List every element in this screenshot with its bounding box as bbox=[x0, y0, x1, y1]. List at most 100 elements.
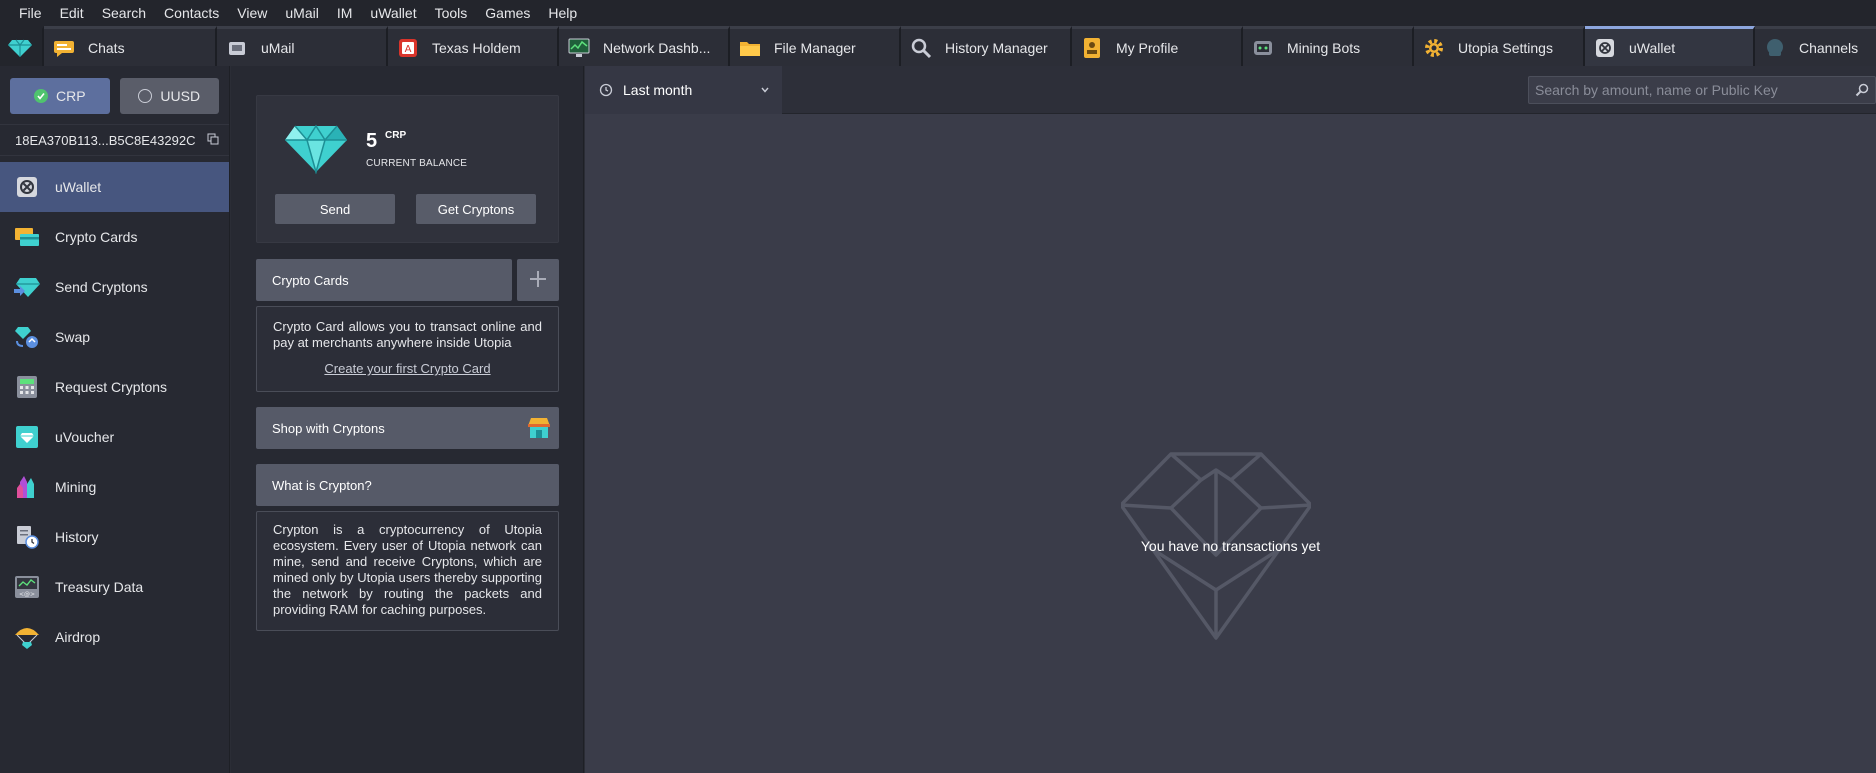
tab-umail[interactable]: uMail bbox=[217, 26, 388, 66]
menu-edit[interactable]: Edit bbox=[51, 0, 93, 26]
balance-amount: 5 bbox=[366, 130, 378, 152]
nav-item-airdrop[interactable]: Airdrop bbox=[0, 612, 229, 662]
nav-item-mining[interactable]: Mining bbox=[0, 462, 229, 512]
clock-icon bbox=[599, 83, 613, 97]
crypton-description: Crypton is a cryptocurrency of Utopia ec… bbox=[273, 522, 542, 617]
magnifier-icon bbox=[909, 36, 933, 60]
tab-label: Mining Bots bbox=[1287, 39, 1361, 56]
currency-label: UUSD bbox=[160, 88, 201, 104]
wallet-icon bbox=[1593, 36, 1617, 60]
tab-label: Channels bbox=[1799, 39, 1859, 56]
balance-card: 5 CRP CURRENT BALANCE Send Get Cryptons bbox=[256, 95, 559, 243]
nav-label: Treasury Data bbox=[55, 579, 144, 595]
nav-item-request-cryptons[interactable]: Request Cryptons bbox=[0, 362, 229, 412]
tab-utopia-settings[interactable]: Utopia Settings bbox=[1414, 26, 1585, 66]
empty-transactions-message: You have no transactions yet bbox=[1140, 538, 1321, 554]
voucher-icon bbox=[14, 424, 40, 450]
calculator-icon bbox=[14, 374, 40, 400]
tab-label: My Profile bbox=[1116, 39, 1179, 56]
shop-icon bbox=[527, 416, 551, 443]
menu-bar: File Edit Search Contacts View uMail IM … bbox=[0, 0, 1876, 26]
tab-label: uMail bbox=[261, 39, 295, 56]
section-title: What is Crypton? bbox=[272, 477, 372, 493]
crypto-cards-header[interactable]: Crypto Cards bbox=[256, 259, 512, 301]
section-title: Crypto Cards bbox=[272, 272, 349, 288]
tab-home[interactable] bbox=[0, 26, 44, 66]
tab-channels[interactable]: Channels 2 bbox=[1755, 26, 1876, 66]
create-crypto-card-link[interactable]: Create your first Crypto Card bbox=[273, 361, 542, 377]
transactions-panel: Last month You have no t bbox=[585, 66, 1876, 773]
menu-view[interactable]: View bbox=[228, 0, 276, 26]
menu-im[interactable]: IM bbox=[328, 0, 362, 26]
tab-file-manager[interactable]: File Manager bbox=[730, 26, 901, 66]
tab-uwallet[interactable]: uWallet bbox=[1585, 26, 1755, 66]
nav-item-uvoucher[interactable]: uVoucher bbox=[0, 412, 229, 462]
balance-label: CURRENT BALANCE bbox=[366, 158, 468, 169]
menu-games[interactable]: Games bbox=[476, 0, 539, 26]
tab-chats[interactable]: Chats bbox=[44, 26, 217, 66]
wallet-summary-panel: 5 CRP CURRENT BALANCE Send Get Cryptons … bbox=[231, 66, 584, 773]
nav-label: History bbox=[55, 529, 99, 545]
svg-text:A: A bbox=[405, 44, 412, 55]
send-cryptons-icon bbox=[14, 274, 40, 300]
what-is-crypton-header[interactable]: What is Crypton? bbox=[256, 464, 559, 506]
period-dropdown[interactable]: Last month bbox=[585, 66, 782, 114]
treasury-icon: <@> bbox=[14, 574, 40, 600]
mailbox-icon bbox=[225, 36, 249, 60]
folder-icon bbox=[738, 36, 762, 60]
crp-gem-icon bbox=[285, 122, 347, 175]
tab-bar: Chats uMail A Texas Holdem Network Dashb… bbox=[0, 26, 1876, 66]
tab-my-profile[interactable]: My Profile bbox=[1072, 26, 1243, 66]
tab-network-dashboard[interactable]: Network Dashb... bbox=[559, 26, 730, 66]
menu-file[interactable]: File bbox=[10, 0, 51, 26]
crp-currency-button[interactable]: CRP bbox=[10, 78, 110, 114]
profile-icon bbox=[1080, 36, 1104, 60]
tab-label: History Manager bbox=[945, 39, 1048, 56]
send-button[interactable]: Send bbox=[275, 194, 395, 224]
nav-item-send-cryptons[interactable]: Send Cryptons bbox=[0, 262, 229, 312]
period-value: Last month bbox=[623, 82, 693, 98]
bot-icon bbox=[1251, 36, 1275, 60]
tab-label: Chats bbox=[88, 39, 125, 56]
nav-item-treasury-data[interactable]: <@> Treasury Data bbox=[0, 562, 229, 612]
tab-label: Texas Holdem bbox=[432, 39, 521, 56]
search-icon[interactable] bbox=[1855, 83, 1869, 97]
menu-contacts[interactable]: Contacts bbox=[155, 0, 228, 26]
transactions-toolbar: Last month bbox=[585, 66, 1876, 114]
nav-label: uWallet bbox=[55, 179, 102, 195]
menu-umail[interactable]: uMail bbox=[276, 0, 327, 26]
wallet-nav: uWallet Crypto Cards Send Cryptons Swap … bbox=[0, 162, 229, 662]
wallet-icon bbox=[14, 174, 40, 200]
utopia-gem-icon bbox=[8, 36, 32, 60]
nav-label: Mining bbox=[55, 479, 97, 495]
menu-help[interactable]: Help bbox=[539, 0, 586, 26]
nav-item-uwallet[interactable]: uWallet bbox=[0, 162, 229, 212]
currency-switcher: CRP UUSD bbox=[0, 66, 229, 114]
wallet-sidebar: CRP UUSD 18EA370B113...B5C8E43292C uWall… bbox=[0, 66, 230, 773]
gear-icon bbox=[1422, 36, 1446, 60]
tab-label: uWallet bbox=[1629, 39, 1676, 56]
get-cryptons-button[interactable]: Get Cryptons bbox=[416, 194, 536, 224]
radio-empty-icon bbox=[138, 89, 153, 103]
crypto-cards-icon bbox=[14, 224, 40, 250]
plus-icon bbox=[529, 270, 547, 291]
transaction-search-input[interactable] bbox=[1535, 82, 1855, 98]
tab-label: Utopia Settings bbox=[1458, 39, 1553, 56]
shop-with-cryptons-button[interactable]: Shop with Cryptons bbox=[256, 407, 559, 449]
nav-item-history[interactable]: History bbox=[0, 512, 229, 562]
add-crypto-card-button[interactable] bbox=[517, 259, 559, 301]
menu-uwallet[interactable]: uWallet bbox=[361, 0, 425, 26]
swap-icon bbox=[14, 324, 40, 350]
menu-tools[interactable]: Tools bbox=[426, 0, 477, 26]
nav-item-swap[interactable]: Swap bbox=[0, 312, 229, 362]
channels-icon bbox=[1763, 36, 1787, 60]
uusd-currency-button[interactable]: UUSD bbox=[119, 78, 219, 114]
chevron-down-icon bbox=[760, 82, 770, 98]
tab-mining-bots[interactable]: Mining Bots bbox=[1243, 26, 1414, 66]
tab-texas-holdem[interactable]: A Texas Holdem bbox=[388, 26, 559, 66]
menu-search[interactable]: Search bbox=[93, 0, 155, 26]
tab-history-manager[interactable]: History Manager bbox=[901, 26, 1072, 66]
copy-icon[interactable] bbox=[207, 133, 219, 148]
nav-label: Send Cryptons bbox=[55, 279, 148, 295]
nav-item-crypto-cards[interactable]: Crypto Cards bbox=[0, 212, 229, 262]
